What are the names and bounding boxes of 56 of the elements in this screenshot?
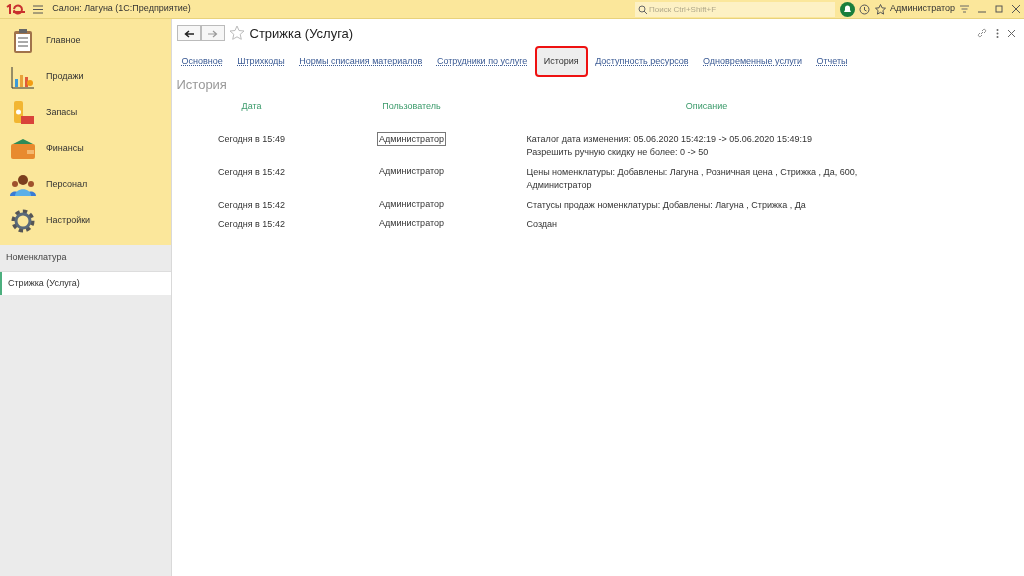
logo-icon (4, 3, 27, 15)
back-arrow-icon (183, 29, 194, 38)
section-link[interactable]: Главное (46, 34, 81, 48)
column-header[interactable]: Описание (685, 101, 728, 111)
link-icon[interactable] (977, 28, 987, 39)
tab[interactable]: Сотрудники по услуге (431, 50, 533, 72)
table-cell-text: Создан (526, 218, 559, 231)
maximize-icon[interactable] (994, 5, 1003, 13)
section-link[interactable]: Запасы (46, 106, 78, 120)
section-link[interactable]: Настройки (46, 214, 91, 228)
menu-icon[interactable] (33, 4, 44, 14)
search-field[interactable]: Поиск Ctrl+Shift+F (635, 1, 836, 17)
tab[interactable]: Отчеты (811, 50, 853, 72)
close-icon[interactable] (1011, 5, 1020, 13)
bell-icon[interactable] (839, 1, 855, 17)
star-icon[interactable] (874, 3, 886, 15)
form-title: Стрижка (Услуга) (249, 24, 354, 43)
table-cell-text: Каталог дата изменения: 05.06.2020 15:42:19 -> 05.06.2020 15:49:19 Разрешить ручную скидку не более: 0 -> 50 (526, 132, 813, 159)
forward-arrow-icon (207, 29, 218, 38)
people-icon (10, 174, 36, 196)
back-button[interactable] (176, 25, 201, 42)
table-cell-text: Администратор (378, 197, 445, 211)
window-title: Салон: Лагуна (1С:Предприятие) (52, 2, 191, 16)
tab[interactable]: Нормы списания материалов (294, 50, 428, 72)
user-name[interactable]: Администратор (890, 2, 955, 16)
open-window-item[interactable]: Стрижка (Услуга) (0, 271, 171, 295)
close-icon[interactable] (1008, 29, 1015, 37)
history-icon[interactable] (859, 3, 871, 15)
table-cell: Сегодня в 15:49 (218, 133, 285, 144)
table-cell-text: Цены номенклатуры: Добавлены: Лагуна , Розничная цена , Стрижка , Да, 600, Администратор (526, 165, 859, 192)
section-header: Номенклатура (0, 245, 171, 272)
section-title: История (176, 76, 228, 94)
tab[interactable]: Основное (176, 50, 228, 72)
table-cell-text: Статусы продаж номенклатуры: Добавлены: Лагуна , Стрижка , Да (526, 198, 807, 212)
table-cell: Сегодня в 15:42 (218, 219, 285, 229)
section-link[interactable]: Персонал (46, 178, 88, 192)
tab[interactable]: История (536, 47, 586, 75)
column-header[interactable]: Пользователь (382, 101, 441, 111)
bar-chart-icon (11, 65, 35, 89)
table-cell-text: Администратор (378, 217, 445, 230)
table-cell: Сегодня в 15:42 (218, 199, 285, 210)
tab[interactable]: Штрихкоды (232, 50, 290, 72)
column-header[interactable]: Дата (241, 101, 262, 111)
tab[interactable]: Доступность ресурсов (590, 50, 694, 72)
tab[interactable]: Одновременные услуги (698, 50, 807, 72)
section-link[interactable]: Финансы (46, 142, 84, 156)
more-icon[interactable] (996, 28, 999, 38)
gear-icon (10, 208, 36, 234)
wallet-icon (10, 138, 36, 160)
clipboard-icon (12, 28, 34, 54)
table-cell-text: Администратор (378, 164, 445, 178)
table-cell: Администратор (377, 131, 446, 146)
products-icon (11, 100, 35, 126)
section-link[interactable]: Продажи (46, 70, 84, 84)
table-cell: Сегодня в 15:42 (218, 166, 285, 177)
star-icon[interactable] (229, 25, 245, 42)
